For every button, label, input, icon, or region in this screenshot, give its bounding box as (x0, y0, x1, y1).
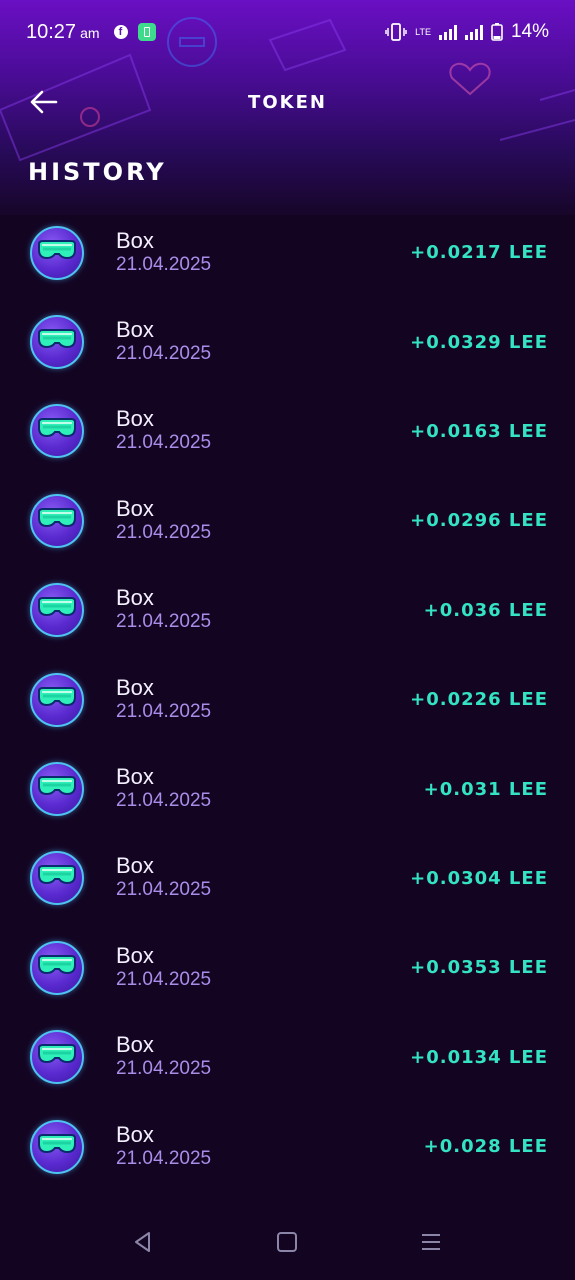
history-list: Box 21.04.2025 +0.0217 LEE Box 21.04.202… (0, 208, 575, 1191)
history-row[interactable]: Box 21.04.2025 +0.0163 LEE (0, 387, 575, 476)
history-row[interactable]: Box 21.04.2025 +0.0226 LEE (0, 655, 575, 744)
item-date: 21.04.2025 (116, 432, 212, 454)
item-name: Box (116, 585, 154, 611)
item-name: Box (116, 1032, 154, 1058)
history-row[interactable]: Box 21.04.2025 +0.028 LEE (0, 1102, 575, 1191)
item-date: 21.04.2025 (116, 521, 212, 543)
item-amount: +0.036 LEE (423, 599, 548, 621)
item-name: Box (116, 406, 154, 432)
history-row[interactable]: Box 21.04.2025 +0.031 LEE (0, 744, 575, 833)
item-amount: +0.0296 LEE (410, 510, 548, 532)
nav-home-icon[interactable] (272, 1227, 302, 1257)
nav-back-icon[interactable] (128, 1227, 158, 1257)
history-row[interactable]: Box 21.04.2025 +0.0329 LEE (0, 297, 575, 386)
item-date: 21.04.2025 (116, 611, 212, 633)
item-name: Box (116, 853, 154, 879)
item-date: 21.04.2025 (116, 968, 212, 990)
item-amount: +0.0329 LEE (410, 331, 548, 353)
item-amount: +0.0304 LEE (410, 867, 548, 889)
history-row[interactable]: Box 21.04.2025 +0.0304 LEE (0, 834, 575, 923)
goggles-icon (30, 851, 84, 906)
app-notification-icon (137, 23, 156, 41)
item-date: 21.04.2025 (116, 700, 212, 722)
item-name: Box (116, 1121, 154, 1147)
item-amount: +0.031 LEE (423, 778, 548, 800)
top-nav: TOKEN (0, 70, 575, 134)
item-date: 21.04.2025 (116, 790, 212, 812)
status-bar: 10:27 am f LTE 14% (0, 0, 575, 64)
item-date: 21.04.2025 (116, 1147, 212, 1169)
goggles-icon (30, 225, 84, 280)
goggles-icon (30, 404, 84, 459)
history-row[interactable]: Box 21.04.2025 +0.0296 LEE (0, 476, 575, 565)
item-name: Box (116, 942, 154, 968)
signal-icon (438, 24, 457, 40)
item-date: 21.04.2025 (116, 879, 212, 901)
item-amount: +0.0217 LEE (410, 242, 548, 264)
item-amount: +0.028 LEE (423, 1136, 548, 1158)
item-name: Box (116, 495, 154, 521)
item-amount: +0.0226 LEE (410, 689, 548, 711)
item-date: 21.04.2025 (116, 253, 212, 275)
status-time: 10:27 am (26, 20, 100, 43)
goggles-icon (30, 315, 84, 370)
system-nav-bar (0, 1205, 575, 1280)
page-title: TOKEN (248, 91, 327, 113)
item-date: 21.04.2025 (116, 343, 212, 365)
item-date: 21.04.2025 (116, 1058, 212, 1080)
history-row[interactable]: Box 21.04.2025 +0.0134 LEE (0, 1013, 575, 1102)
vibrate-icon (385, 23, 407, 41)
battery-icon (491, 23, 503, 41)
goggles-icon (30, 493, 84, 548)
goggles-icon (30, 672, 84, 727)
item-name: Box (116, 227, 154, 253)
goggles-icon (30, 1030, 84, 1085)
signal-icon-2 (464, 24, 483, 40)
goggles-icon (30, 583, 84, 638)
history-row[interactable]: Box 21.04.2025 +0.0353 LEE (0, 923, 575, 1012)
facebook-icon: f (113, 25, 128, 39)
history-row[interactable]: Box 21.04.2025 +0.0217 LEE (0, 208, 575, 297)
nav-menu-icon[interactable] (416, 1227, 446, 1257)
item-name: Box (116, 317, 154, 343)
battery-percent: 14% (510, 21, 549, 42)
item-name: Box (116, 764, 154, 790)
network-type-label: LTE (415, 27, 431, 37)
item-amount: +0.0353 LEE (410, 957, 548, 979)
item-amount: +0.0134 LEE (410, 1046, 548, 1068)
item-amount: +0.0163 LEE (410, 420, 548, 442)
history-row[interactable]: Box 21.04.2025 +0.036 LEE (0, 566, 575, 655)
goggles-icon (30, 762, 84, 817)
section-title: HISTORY (28, 158, 167, 186)
item-name: Box (116, 674, 154, 700)
goggles-icon (30, 940, 84, 995)
goggles-icon (30, 1119, 84, 1174)
back-arrow-icon[interactable] (28, 86, 60, 118)
